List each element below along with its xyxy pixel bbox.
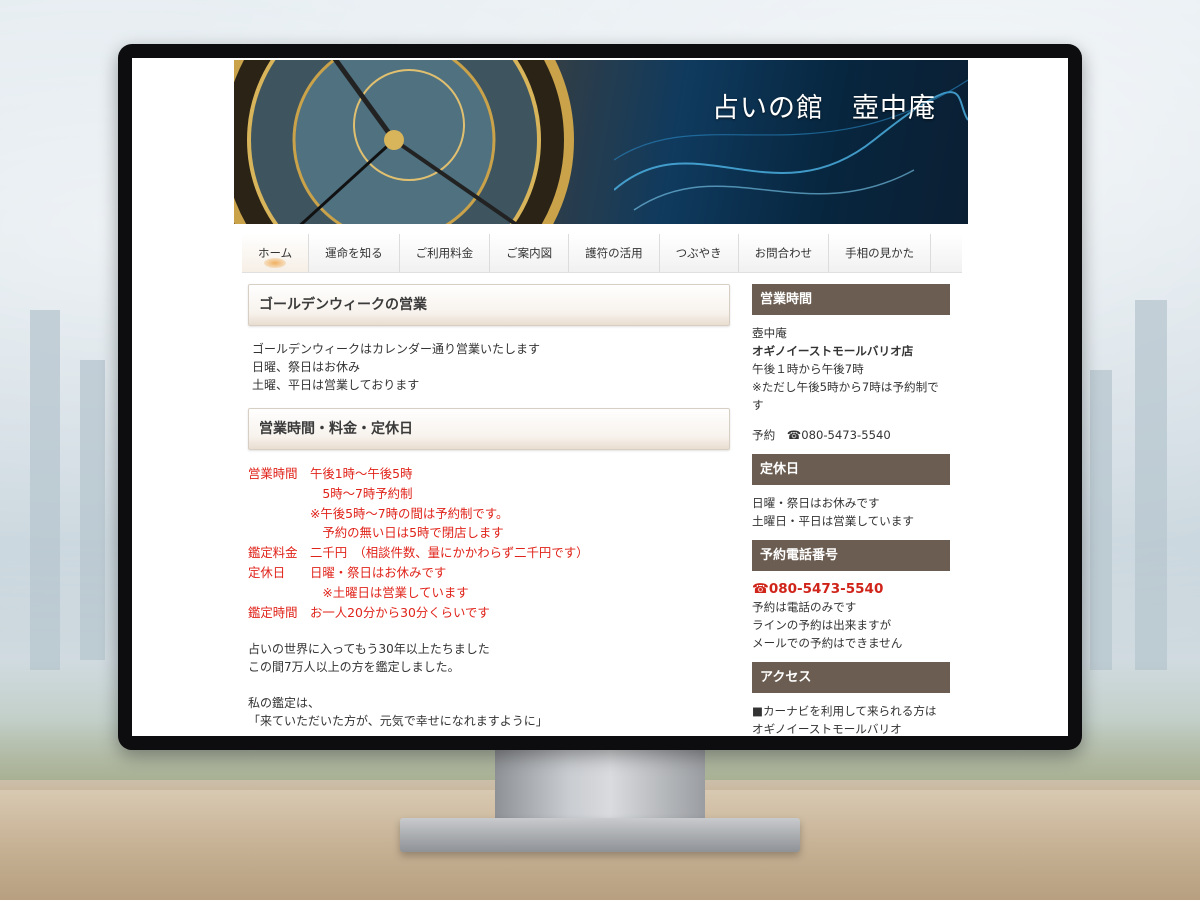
gw-heading: ゴールデンウィークの営業: [248, 284, 730, 326]
text-line: 「来ていただいた方が、元気で幸せになれますように」: [248, 714, 548, 729]
main-content: ゴールデンウィークの営業 ゴールデンウィークはカレンダー通り営業いたします 日曜…: [248, 284, 730, 730]
sidebar-closed-text: 日曜・祭日はお休みです 土曜日・平日は営業しています: [752, 494, 950, 530]
background-building: [80, 360, 105, 660]
sidebar-hours-text: 壺中庵 オギノイーストモールバリオ店 午後１時から午後7時 ※ただし午後5時から…: [752, 324, 950, 444]
nav-item-tweets[interactable]: つぶやき: [660, 234, 739, 272]
shop-name: 壺中庵: [752, 326, 787, 340]
sidebar-access-text: ■カーナビを利用して来られる方は オギノイーストモールバリオ: [752, 702, 950, 736]
hours-line: 午後１時から午後7時: [752, 362, 864, 376]
text-line: 予約は電話のみです: [752, 600, 857, 614]
text-line: ゴールデンウィークはカレンダー通り営業いたします: [252, 342, 541, 356]
nav-item-palmistry[interactable]: 手相の見かた: [829, 234, 932, 272]
website: 占いの館 壺中庵 ホーム 運命を知る ご利用料金 ご案内図 護符の活用 つぶやき…: [234, 58, 968, 736]
text-line: 占いの世界に入ってもう30年以上たちました: [248, 642, 490, 657]
text-line: ※土曜日は営業しています: [248, 584, 469, 600]
text-line: 土曜日・平日は営業しています: [752, 514, 914, 528]
intro-text: 占いの世界に入ってもう30年以上たちました この間7万人以上の方を鑑定しました。: [248, 640, 730, 676]
main-navigation: ホーム 運命を知る ご利用料金 ご案内図 護符の活用 つぶやき お問合わせ 手相…: [242, 234, 962, 273]
closing-text: 私の鑑定は、 「来ていただいた方が、元気で幸せになれますように」: [248, 694, 730, 730]
sidebar: 営業時間 壺中庵 オギノイーストモールバリオ店 午後１時から午後7時 ※ただし午…: [752, 284, 950, 736]
monitor-stand-base: [400, 818, 800, 852]
nav-item-pricing[interactable]: ご利用料金: [400, 234, 491, 272]
background-building: [30, 310, 60, 670]
text-line: オギノイーストモールバリオ: [752, 722, 902, 736]
text-line: 5時～7時予約制: [248, 485, 413, 501]
nav-item-home[interactable]: ホーム: [242, 234, 310, 272]
text-line: 定休日 日曜・祭日はお休みです: [248, 564, 447, 580]
sidebar-heading-hours: 営業時間: [752, 284, 950, 315]
text-line: 私の鑑定は、: [248, 696, 321, 711]
hours-note: ※ただし午後5時から7時は予約制です: [752, 380, 939, 412]
gw-notice: ゴールデンウィークはカレンダー通り営業いたします 日曜、祭日はお休み 土曜、平日…: [252, 340, 730, 394]
hours-heading: 営業時間・料金・定休日: [248, 408, 730, 450]
text-line: 日曜・祭日はお休みです: [752, 496, 880, 510]
sidebar-heading-closed: 定休日: [752, 454, 950, 485]
text-line: 予約の無い日は5時で閉店します: [248, 525, 504, 541]
site-title: 占いの館 壺中庵: [712, 93, 936, 124]
text-line: 営業時間 午後1時～午後5時: [248, 466, 413, 481]
text-line: 鑑定料金 二千円 （相談件数、量にかかわらず二千円です）: [248, 545, 589, 561]
text-line: 土曜、平日は営業しております: [252, 378, 420, 392]
background-building: [1090, 370, 1112, 670]
text-line: ■カーナビを利用して来られる方は: [752, 704, 937, 718]
nav-item-contact[interactable]: お問合わせ: [739, 234, 830, 272]
text-line: 日曜、祭日はお休み: [252, 360, 361, 374]
text-line: 鑑定時間 お一人20分から30分くらいです: [248, 604, 490, 620]
background-building: [1135, 300, 1167, 670]
reservation-line: 予約 ☎080-5473-5540: [752, 428, 891, 442]
shop-location: オギノイーストモールバリオ店: [752, 344, 914, 358]
text-line: この間7万人以上の方を鑑定しました。: [248, 660, 460, 675]
hours-details: 営業時間 午後1時～午後5時 5時～7時予約制 ※午後5時～7時の間は予約制です…: [248, 464, 730, 622]
monitor-stand-neck: [495, 750, 705, 824]
text-line: ※午後5時～7時の間は予約制です。: [248, 505, 509, 521]
monitor-bezel: 占いの館 壺中庵 ホーム 運命を知る ご利用料金 ご案内図 護符の活用 つぶやき…: [118, 44, 1082, 750]
nav-item-fortune[interactable]: 運命を知る: [309, 234, 400, 272]
sidebar-heading-phone: 予約電話番号: [752, 540, 950, 571]
sidebar-phone-text: ☎080-5473-5540 予約は電話のみです ラインの予約は出来ますが メー…: [752, 580, 950, 652]
nav-item-map[interactable]: ご案内図: [490, 234, 570, 272]
phone-number-link[interactable]: ☎080-5473-5540: [752, 580, 950, 598]
sidebar-heading-access: アクセス: [752, 662, 950, 693]
astronomical-clock-image: [234, 60, 574, 224]
blue-swirl-decoration: [614, 79, 968, 211]
browser-viewport[interactable]: 占いの館 壺中庵 ホーム 運命を知る ご利用料金 ご案内図 護符の活用 つぶやき…: [132, 58, 1068, 736]
nav-item-talisman[interactable]: 護符の活用: [569, 234, 660, 272]
header-banner: 占いの館 壺中庵: [234, 60, 968, 224]
text-line: ラインの予約は出来ますが: [752, 618, 892, 632]
text-line: メールでの予約はできません: [752, 636, 903, 650]
